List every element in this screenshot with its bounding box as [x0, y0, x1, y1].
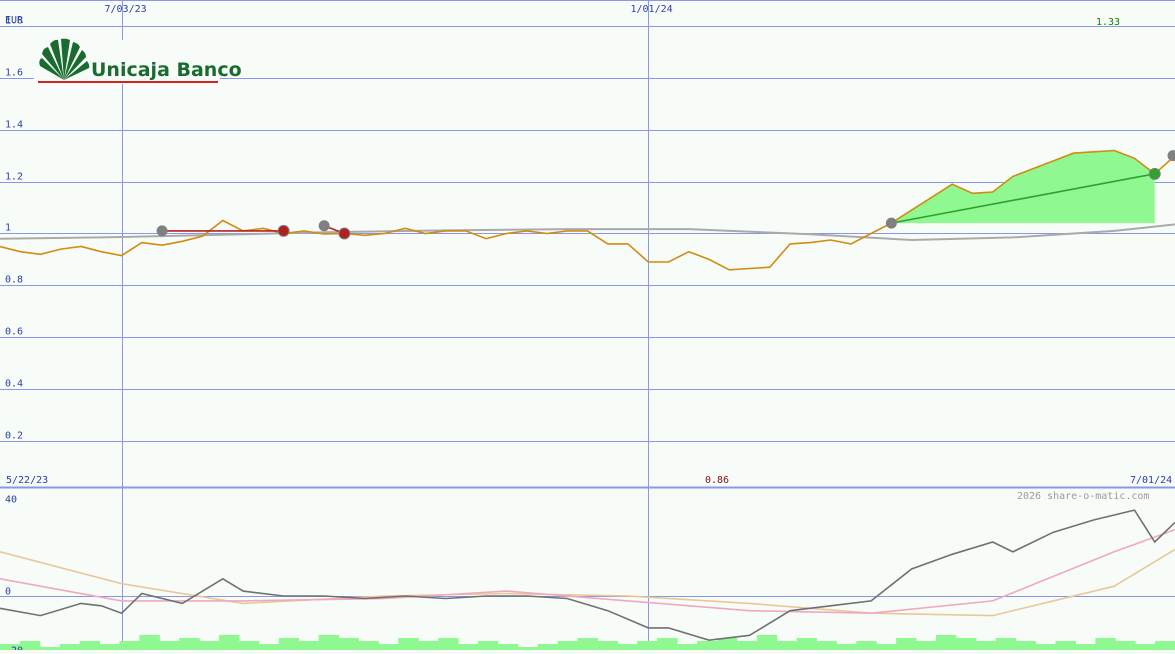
osc-tick-label: 40 [5, 495, 17, 506]
volume-bar [498, 644, 518, 650]
end-date-label: 7/01/24 [1130, 475, 1172, 486]
volume-bar [219, 635, 239, 650]
y-tick-label: 0.8 [5, 275, 23, 286]
volume-bar [279, 638, 299, 650]
y-tick-label: 0.4 [5, 379, 23, 390]
volume-bar [916, 641, 936, 650]
osc-fast-line [0, 530, 1175, 614]
volume-bar [637, 641, 657, 650]
series-lines [0, 151, 1175, 641]
brand-name: Unicaja Banco [91, 59, 242, 81]
volume-bar [60, 644, 80, 650]
volume-bar [339, 638, 359, 650]
volume-bar [856, 641, 876, 650]
volume-bar [119, 641, 139, 650]
tick-labels: 1.81.61.41.210.80.60.40.27/03/231/01/244… [5, 4, 673, 650]
volume-bar [876, 644, 896, 650]
volume-bars [0, 635, 1175, 650]
volume-bar [1075, 644, 1095, 650]
osc-main-line [0, 510, 1175, 640]
volume-bar [1036, 644, 1056, 650]
volume-bar [996, 638, 1016, 650]
grid [0, 0, 1175, 650]
y-tick-label: 1 [5, 223, 11, 234]
volume-bar [578, 638, 598, 650]
volume-bar [378, 644, 398, 650]
last-price-marker [1168, 150, 1175, 161]
trend-start-marker [886, 218, 897, 229]
volume-bar [179, 638, 199, 650]
volume-bar [299, 641, 319, 650]
y-tick-label: 1.6 [5, 68, 23, 79]
volume-bar [896, 638, 916, 650]
volume-bar [100, 644, 120, 650]
volume-bar [677, 644, 697, 650]
volume-bar [836, 644, 856, 650]
y-tick-label: 0.2 [5, 431, 23, 442]
trend-fills [891, 151, 1154, 224]
trend-end-marker [278, 225, 289, 236]
volume-bar [398, 638, 418, 650]
volume-bar [976, 641, 996, 650]
last-price-label: 1.33 [1096, 17, 1120, 28]
volume-bar [597, 641, 617, 650]
y-tick-label: 1.2 [5, 172, 23, 183]
volume-bar [319, 635, 339, 650]
volume-bar [757, 635, 777, 650]
volume-bar [239, 641, 259, 650]
volume-bar [259, 644, 279, 650]
volume-bar [478, 641, 498, 650]
osc-tick-label: -20 [5, 646, 23, 651]
volume-bar [737, 641, 757, 650]
volume-bar [956, 638, 976, 650]
currency-label: EUR [5, 15, 24, 26]
volume-bar [438, 638, 458, 650]
volume-bar [1016, 641, 1036, 650]
volume-bar [159, 641, 179, 650]
volume-bar [538, 644, 558, 650]
brand-logo: Unicaja Banco [34, 39, 242, 84]
y-tick-label: 1.4 [5, 120, 23, 131]
low-price-label: 0.86 [705, 475, 729, 486]
volume-bar [1155, 641, 1175, 650]
logo-underline [38, 81, 218, 83]
volume-bar [358, 641, 378, 650]
volume-bar [657, 638, 677, 650]
chart-stage: 1.81.61.41.210.80.60.40.27/03/231/01/244… [0, 0, 1175, 650]
volume-bar [797, 638, 817, 650]
volume-bar [777, 641, 797, 650]
moving-average-line [0, 224, 1175, 240]
trend-start-marker [319, 220, 330, 231]
y-tick-label: 0.6 [5, 327, 23, 338]
volume-bar [199, 641, 219, 650]
volume-bar [717, 638, 737, 650]
volume-bar [1056, 641, 1076, 650]
copyright-label: 2026 share-o-matic.com [1017, 491, 1149, 502]
x-tick-label: 1/01/24 [631, 4, 673, 15]
start-date-label: 5/22/23 [6, 475, 48, 486]
volume-bar [1115, 641, 1135, 650]
volume-bar [139, 635, 159, 650]
osc-tick-label: 0 [5, 587, 11, 598]
trend-start-marker [157, 225, 168, 236]
volume-bar [558, 641, 578, 650]
chart-svg: 1.81.61.41.210.80.60.40.27/03/231/01/244… [0, 0, 1175, 650]
volume-bar [817, 641, 837, 650]
volume-bar [418, 641, 438, 650]
x-tick-label: 7/03/23 [105, 4, 147, 15]
volume-bar [1135, 644, 1155, 650]
trend-end-marker [1149, 168, 1160, 179]
volume-bar [80, 641, 100, 650]
trend-end-marker [339, 228, 350, 239]
bullish-fill [891, 151, 1154, 224]
volume-bar [1095, 638, 1115, 650]
volume-bar [458, 644, 478, 650]
volume-bar [936, 635, 956, 650]
volume-bar [697, 641, 717, 650]
osc-slow-line [0, 549, 1175, 615]
volume-bar [617, 644, 637, 650]
